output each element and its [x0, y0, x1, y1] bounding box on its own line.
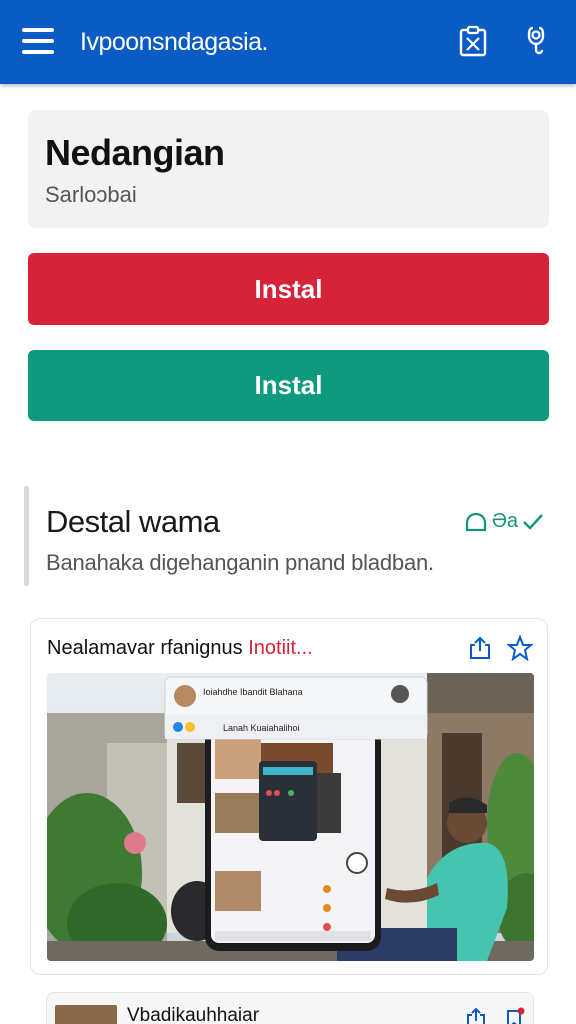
section-action[interactable]: Əa [464, 510, 544, 533]
section-title: Destal wama [46, 504, 220, 539]
star-icon[interactable] [507, 635, 533, 661]
install-button-primary[interactable]: Instal [28, 253, 549, 325]
check-icon [523, 513, 543, 530]
feed-card-2-thumbnail [55, 1005, 117, 1024]
install-button-secondary[interactable]: Instal [28, 350, 549, 421]
details-section: Destal wama Banahaka digehanganin pnand … [22, 486, 552, 586]
share-icon[interactable] [467, 635, 493, 661]
feed-photo: Ioiahdhe Ibandit Blahana Lanah Kuaiahali… [47, 673, 534, 961]
bookmark-icon[interactable] [503, 1007, 525, 1024]
section-divider [24, 486, 29, 586]
feed-card[interactable]: Nealamavar rfanignus Inotiit... Ioiahdhe… [30, 618, 548, 975]
feed-card-2-title: Vbadikauhhaiar [127, 1005, 260, 1024]
stethoscope-icon[interactable] [524, 24, 558, 58]
feed-card-title: Nealamavar rfanignus [47, 637, 243, 659]
feed-card-accent: Inotiit... [248, 637, 313, 659]
info-card: Nedangian Sarloɔbai [28, 110, 549, 228]
phone-address: Lanah Kuaiahalihoi [223, 723, 300, 733]
menu-icon[interactable] [22, 28, 56, 54]
feed-card-header: Nealamavar rfanignus Inotiit... [47, 637, 313, 660]
info-card-title: Nedangian [45, 132, 225, 173]
feed-card-2[interactable]: Vbadikauhhaiar [46, 992, 534, 1024]
app-title: Ivpoonsndagasia. [80, 28, 268, 56]
section-description: Banahaka digehanganin pnand bladban. [46, 550, 434, 575]
section-action-label: Əa [491, 510, 518, 532]
clipboard-check-icon[interactable] [456, 24, 490, 58]
info-card-subtitle: Sarloɔbai [45, 182, 137, 207]
app-bar: Ivpoonsndagasia. [0, 0, 576, 84]
cloud-icon [465, 512, 486, 531]
phone-chat-title: Ioiahdhe Ibandit Blahana [203, 687, 303, 697]
share-icon[interactable] [465, 1007, 487, 1024]
